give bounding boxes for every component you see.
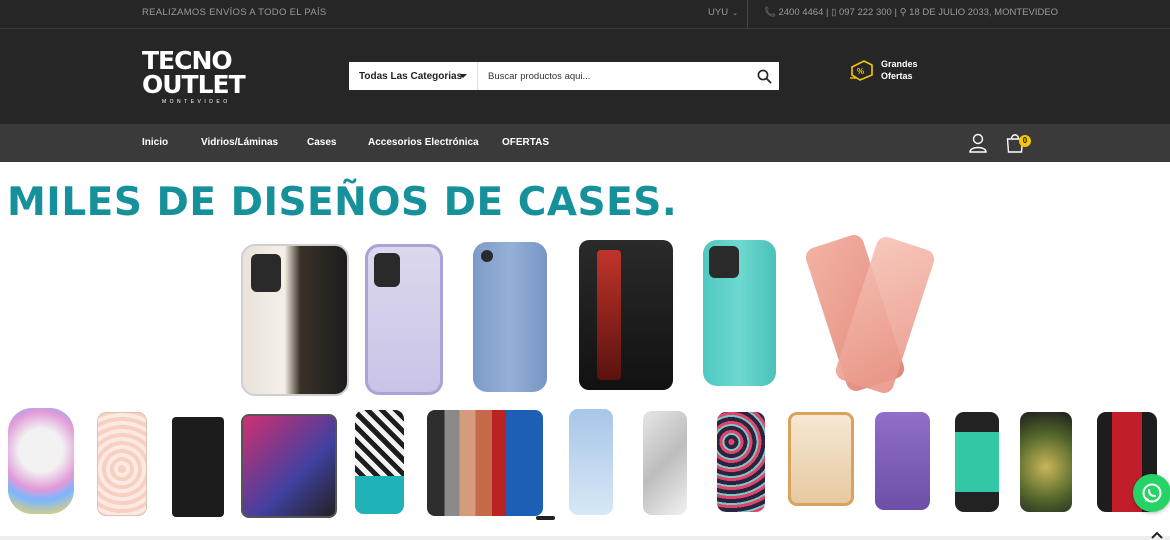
magnetic-case-image xyxy=(241,414,337,518)
teal-case-image xyxy=(703,240,776,386)
nav-item-ofertas[interactable]: OFERTAS xyxy=(502,137,549,148)
offers-line-2: Ofertas xyxy=(881,71,913,81)
colored-cases-image xyxy=(427,410,543,516)
chevron-up-icon[interactable] xyxy=(1150,530,1164,540)
pattern-case-image xyxy=(355,410,404,514)
rose-gold-case-image xyxy=(803,232,937,396)
nav-item-vidrios[interactable]: Vidrios/Láminas xyxy=(201,137,278,148)
crystal-case-image xyxy=(643,411,687,515)
caret-down-icon xyxy=(459,74,467,78)
nav-item-accesorios[interactable]: Accesorios Electrónica xyxy=(368,137,479,148)
category-select-label: Todas Las Categorias xyxy=(359,70,463,82)
category-select[interactable]: Todas Las Categorias xyxy=(349,62,478,90)
mandala-case-image xyxy=(97,412,147,516)
offers-link[interactable]: % Grandes Ofertas xyxy=(849,58,918,82)
top-bar: REALIZAMOS ENVÍOS A TODO EL PAÍS UYU ⌄ 📞 … xyxy=(0,0,1170,29)
lavender-case-image xyxy=(365,244,443,395)
nav-item-cases[interactable]: Cases xyxy=(307,137,336,148)
hero-banner[interactable]: MILES DE DISEÑOS DE CASES. xyxy=(0,162,1170,537)
search-input[interactable] xyxy=(478,62,749,90)
discount-tag-icon: % xyxy=(850,60,873,81)
purple-case-image xyxy=(875,412,930,510)
armor-case-image xyxy=(955,412,999,512)
svg-text:%: % xyxy=(857,67,864,76)
divider xyxy=(747,0,748,29)
search-bar: Todas Las Categorias xyxy=(349,62,779,90)
logo-line-3: MONTEVIDEO xyxy=(162,99,231,105)
site-header: TECNO OUTLET MONTEVIDEO Todas Las Catego… xyxy=(0,29,1170,124)
logo-line-2: OUTLET xyxy=(142,70,246,99)
banner-headline: MILES DE DISEÑOS DE CASES. xyxy=(7,180,678,225)
chevron-down-icon: ⌄ xyxy=(732,10,738,17)
contact-info: 📞 2400 4464 | ▯ 097 222 300 | ⚲ 18 DE JU… xyxy=(764,7,1059,18)
nav-item-inicio[interactable]: Inicio xyxy=(142,137,168,148)
whatsapp-icon xyxy=(1142,483,1162,503)
clear-case-image xyxy=(241,244,349,396)
user-icon[interactable] xyxy=(969,133,987,153)
currency-label: UYU xyxy=(708,7,729,18)
shipping-notice: REALIZAMOS ENVÍOS A TODO EL PAÍS xyxy=(142,7,327,18)
whatsapp-button[interactable] xyxy=(1133,474,1170,512)
blue-case-image xyxy=(473,242,547,392)
search-button[interactable] xyxy=(749,62,779,90)
main-nav: Inicio Vidrios/Láminas Cases Accesorios … xyxy=(0,124,1170,162)
cart-count-badge: 0 xyxy=(1019,135,1031,147)
floral-case-image xyxy=(717,412,765,512)
divider xyxy=(0,536,1170,540)
unicorn-case-image xyxy=(8,408,74,514)
offers-line-1: Grandes xyxy=(881,59,918,69)
leather-wallet-case-image xyxy=(172,417,224,517)
black-case-image xyxy=(579,240,673,390)
site-logo[interactable]: TECNO OUTLET MONTEVIDEO xyxy=(142,48,264,109)
hulk-case-image xyxy=(1020,412,1072,512)
gold-bumper-case-image xyxy=(788,412,854,506)
slider-indicator[interactable] xyxy=(536,516,555,520)
cat-case-image xyxy=(569,409,613,515)
currency-selector[interactable]: UYU ⌄ xyxy=(708,7,738,18)
search-icon xyxy=(757,69,771,83)
